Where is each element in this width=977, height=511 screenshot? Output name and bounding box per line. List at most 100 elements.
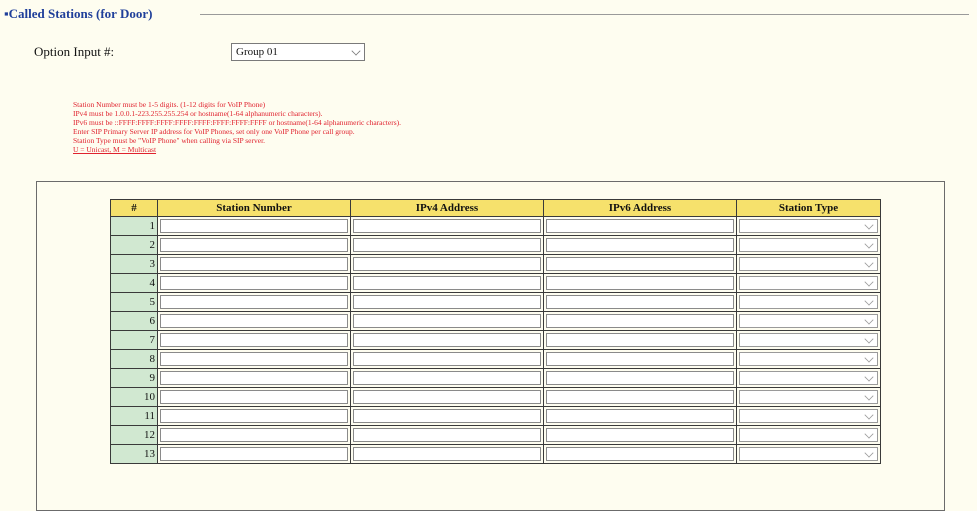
ipv4-address-cell: [350, 292, 544, 312]
note-line: Station Number must be 1-5 digits. (1-12…: [73, 100, 266, 109]
station-type-select[interactable]: [739, 352, 878, 366]
ipv6-address-input[interactable]: [546, 295, 734, 309]
station-type-select[interactable]: [739, 276, 878, 290]
table-row: 8: [110, 349, 881, 369]
ipv4-address-input[interactable]: [353, 428, 541, 442]
ipv6-address-input[interactable]: [546, 352, 734, 366]
ipv4-address-cell: [350, 311, 544, 331]
ipv4-address-input[interactable]: [353, 371, 541, 385]
table-row: 2: [110, 235, 881, 255]
table-row: 10: [110, 387, 881, 407]
ipv4-address-input[interactable]: [353, 276, 541, 290]
ipv6-address-input[interactable]: [546, 409, 734, 423]
chevron-down-icon: [864, 353, 874, 363]
chevron-down-icon: [864, 296, 874, 306]
station-type-select[interactable]: [739, 390, 878, 404]
table-row: 4: [110, 273, 881, 293]
note-line: IPv6 must be ::FFFF:FFFF:FFFF:FFFF:FFFF:…: [73, 118, 402, 128]
station-number-cell: [157, 368, 351, 388]
station-type-select[interactable]: [739, 447, 878, 461]
station-number-cell: [157, 216, 351, 236]
section-divider: [200, 14, 969, 15]
column-header-station-number: Station Number: [157, 199, 351, 217]
table-row: 12: [110, 425, 881, 445]
station-type-select[interactable]: [739, 257, 878, 271]
ipv4-address-input[interactable]: [353, 352, 541, 366]
ipv6-address-cell: [543, 330, 737, 350]
ipv6-address-input[interactable]: [546, 447, 734, 461]
station-number-input[interactable]: [160, 371, 348, 385]
row-number: 6: [110, 311, 158, 331]
station-number-cell: [157, 349, 351, 369]
chevron-down-icon: [864, 334, 874, 344]
ipv4-address-input[interactable]: [353, 409, 541, 423]
row-number: 10: [110, 387, 158, 407]
option-input-select[interactable]: Group 01: [231, 43, 365, 61]
table-header-row: # Station Number IPv4 Address IPv6 Addre…: [110, 199, 881, 217]
ipv6-address-input[interactable]: [546, 371, 734, 385]
station-number-input[interactable]: [160, 447, 348, 461]
station-type-select[interactable]: [739, 428, 878, 442]
ipv6-address-input[interactable]: [546, 428, 734, 442]
row-number: 8: [110, 349, 158, 369]
ipv4-address-cell: [350, 444, 544, 464]
station-number-input[interactable]: [160, 238, 348, 252]
station-number-input[interactable]: [160, 257, 348, 271]
station-type-select[interactable]: [739, 238, 878, 252]
ipv6-address-cell: [543, 273, 737, 293]
station-type-cell: [736, 254, 881, 274]
row-number: 12: [110, 425, 158, 445]
station-number-input[interactable]: [160, 276, 348, 290]
ipv6-address-input[interactable]: [546, 238, 734, 252]
ipv4-address-input[interactable]: [353, 333, 541, 347]
ipv4-address-input[interactable]: [353, 219, 541, 233]
column-header-ipv4-address: IPv4 Address: [350, 199, 544, 217]
ipv6-address-cell: [543, 349, 737, 369]
row-number: 1: [110, 216, 158, 236]
ipv6-address-cell: [543, 235, 737, 255]
chevron-down-icon: [864, 258, 874, 268]
ipv6-address-input[interactable]: [546, 276, 734, 290]
station-number-input[interactable]: [160, 352, 348, 366]
called-stations-table: # Station Number IPv4 Address IPv6 Addre…: [110, 199, 881, 464]
ipv6-address-input[interactable]: [546, 219, 734, 233]
station-type-select[interactable]: [739, 314, 878, 328]
station-number-input[interactable]: [160, 314, 348, 328]
note-line: Station Type must be "VoIP Phone" when c…: [73, 136, 266, 146]
ipv4-address-input[interactable]: [353, 314, 541, 328]
ipv6-address-input[interactable]: [546, 314, 734, 328]
ipv6-address-cell: [543, 444, 737, 464]
chevron-down-icon: [864, 277, 874, 287]
station-type-select[interactable]: [739, 295, 878, 309]
station-number-input[interactable]: [160, 428, 348, 442]
ipv4-address-input[interactable]: [353, 295, 541, 309]
ipv4-address-cell: [350, 387, 544, 407]
chevron-down-icon: [864, 429, 874, 439]
station-type-cell: [736, 273, 881, 293]
ipv4-address-input[interactable]: [353, 238, 541, 252]
station-number-input[interactable]: [160, 295, 348, 309]
ipv4-address-cell: [350, 216, 544, 236]
station-number-input[interactable]: [160, 409, 348, 423]
station-number-cell: [157, 330, 351, 350]
table-row: 3: [110, 254, 881, 274]
ipv6-address-input[interactable]: [546, 390, 734, 404]
ipv6-address-input[interactable]: [546, 257, 734, 271]
station-type-select[interactable]: [739, 219, 878, 233]
ipv4-address-input[interactable]: [353, 257, 541, 271]
ipv6-address-input[interactable]: [546, 333, 734, 347]
table-row: 13: [110, 444, 881, 464]
table-row: 7: [110, 330, 881, 350]
ipv6-address-cell: [543, 406, 737, 426]
station-type-select[interactable]: [739, 371, 878, 385]
station-type-select[interactable]: [739, 333, 878, 347]
station-type-select[interactable]: [739, 409, 878, 423]
station-number-input[interactable]: [160, 333, 348, 347]
ipv4-address-input[interactable]: [353, 390, 541, 404]
ipv4-address-cell: [350, 235, 544, 255]
chevron-down-icon: [864, 315, 874, 325]
station-number-cell: [157, 311, 351, 331]
station-number-input[interactable]: [160, 390, 348, 404]
station-number-input[interactable]: [160, 219, 348, 233]
ipv4-address-input[interactable]: [353, 447, 541, 461]
